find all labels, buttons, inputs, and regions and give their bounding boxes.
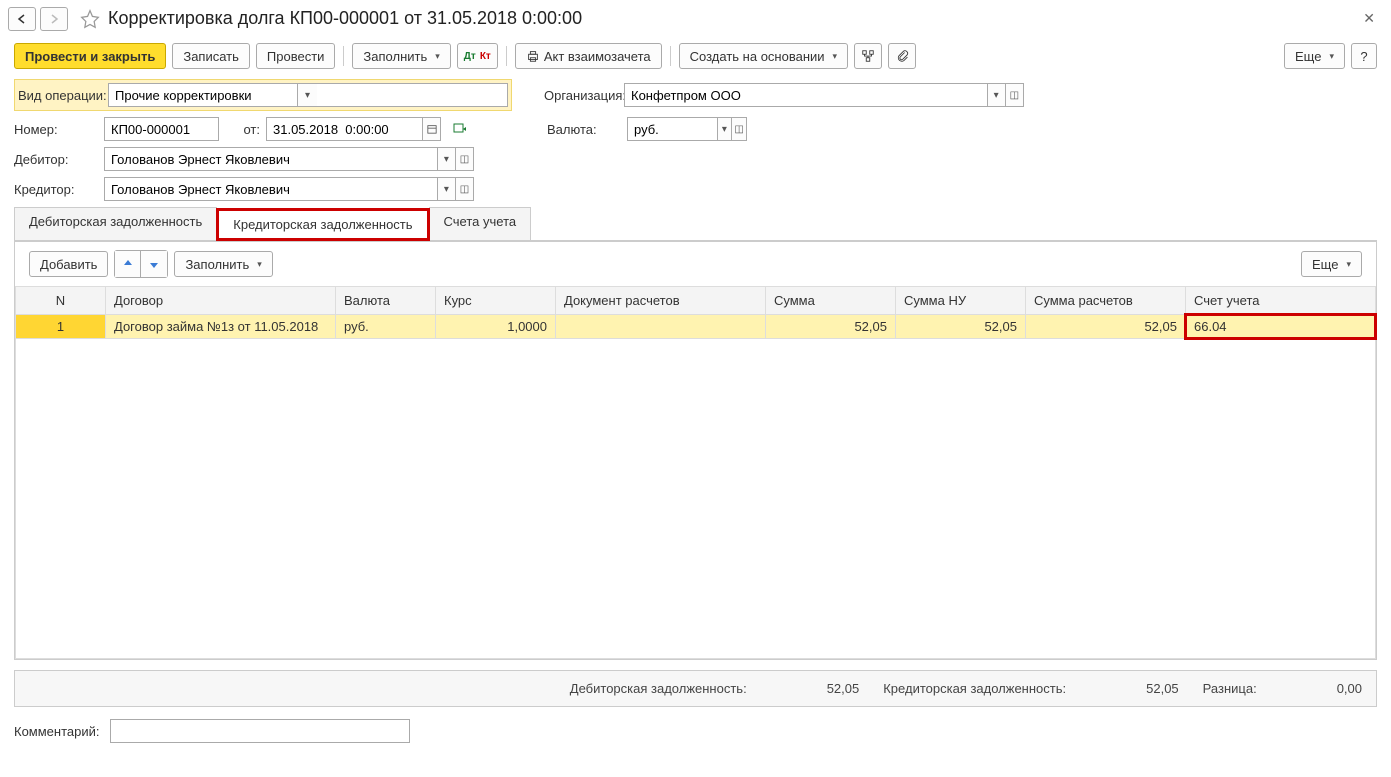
lines-table: N Договор Валюта Курс Документ расчетов …: [15, 286, 1376, 659]
comment-input[interactable]: [110, 719, 410, 743]
tab-credit[interactable]: Кредиторская задолженность: [216, 208, 429, 241]
print-act-button[interactable]: Акт взаимозачета: [515, 43, 662, 69]
currency-dropdown[interactable]: ▾: [717, 118, 732, 140]
nav-forward-button[interactable]: [40, 7, 68, 31]
create-based-on-button[interactable]: Создать на основании▾: [679, 43, 848, 69]
move-down-button[interactable]: [141, 251, 167, 277]
col-currency[interactable]: Валюта: [336, 287, 436, 315]
dtkt-button[interactable]: ДтКт: [457, 43, 498, 69]
op-type-dropdown[interactable]: ▾: [297, 84, 317, 106]
favorite-star-icon[interactable]: [80, 9, 100, 29]
creditor-open[interactable]: ◫: [455, 178, 473, 200]
number-label: Номер:: [14, 122, 104, 137]
currency-label: Валюта:: [547, 122, 627, 137]
tab-more-button[interactable]: Еще▾: [1301, 251, 1362, 277]
date-input[interactable]: [267, 118, 422, 140]
op-type-label: Вид операции:: [18, 88, 108, 103]
org-dropdown[interactable]: ▾: [987, 84, 1005, 106]
date-label: от:: [225, 122, 260, 137]
debtor-dropdown[interactable]: ▾: [437, 148, 455, 170]
post-button[interactable]: Провести: [256, 43, 336, 69]
nav-back-button[interactable]: [8, 7, 36, 31]
move-up-button[interactable]: [115, 251, 141, 277]
fill-dropdown-button[interactable]: Заполнить▾: [352, 43, 450, 69]
close-button[interactable]: ✕: [1355, 6, 1383, 31]
creditor-dropdown[interactable]: ▾: [437, 178, 455, 200]
post-and-close-button[interactable]: Провести и закрыть: [14, 43, 166, 69]
refresh-date-icon[interactable]: [449, 117, 471, 141]
col-account[interactable]: Счет учета: [1186, 287, 1376, 315]
number-input[interactable]: [105, 118, 218, 140]
debtor-label: Дебитор:: [14, 152, 104, 167]
more-button[interactable]: Еще▾: [1284, 43, 1345, 69]
col-n[interactable]: N: [16, 287, 106, 315]
page-title: Корректировка долга КП00-000001 от 31.05…: [108, 8, 582, 29]
currency-input[interactable]: [628, 118, 717, 140]
col-rate[interactable]: Курс: [436, 287, 556, 315]
col-doc[interactable]: Документ расчетов: [556, 287, 766, 315]
structure-button[interactable]: [854, 43, 882, 69]
structure-icon: [861, 49, 875, 63]
date-picker-icon[interactable]: [422, 118, 440, 140]
col-sum-calc[interactable]: Сумма расчетов: [1026, 287, 1186, 315]
tab-debit[interactable]: Дебиторская задолженность: [14, 207, 217, 240]
org-label: Организация:: [544, 88, 624, 103]
col-sum-nu[interactable]: Сумма НУ: [896, 287, 1026, 315]
totals-bar: Дебиторская задолженность:52,05 Кредитор…: [14, 670, 1377, 707]
attach-button[interactable]: [888, 43, 916, 69]
col-sum[interactable]: Сумма: [766, 287, 896, 315]
creditor-label: Кредитор:: [14, 182, 104, 197]
paperclip-icon: [895, 49, 909, 63]
add-row-button[interactable]: Добавить: [29, 251, 108, 277]
write-button[interactable]: Записать: [172, 43, 250, 69]
comment-label: Комментарий:: [14, 724, 100, 739]
org-input[interactable]: [625, 84, 987, 106]
printer-icon: [526, 49, 540, 63]
debtor-input[interactable]: [105, 148, 437, 170]
table-row[interactable]: 1 Договор займа №1з от 11.05.2018 руб. 1…: [16, 315, 1376, 339]
op-type-input[interactable]: [109, 84, 297, 106]
creditor-input[interactable]: [105, 178, 437, 200]
help-button[interactable]: ?: [1351, 43, 1377, 69]
tab-fill-button[interactable]: Заполнить▾: [174, 251, 272, 277]
debtor-open[interactable]: ◫: [455, 148, 473, 170]
currency-open[interactable]: ◫: [731, 118, 746, 140]
tab-accounts[interactable]: Счета учета: [429, 207, 532, 240]
org-open[interactable]: ◫: [1005, 84, 1023, 106]
col-contract[interactable]: Договор: [106, 287, 336, 315]
